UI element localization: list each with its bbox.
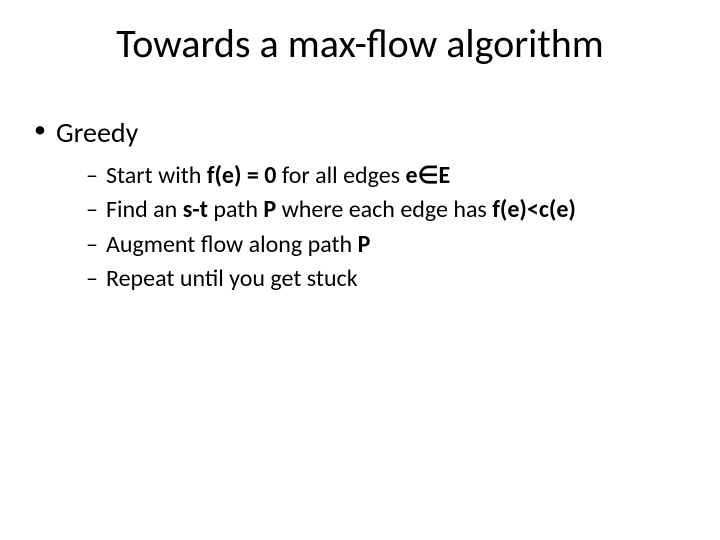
slide: Towards a max-flow algorithm Greedy Star… [0,0,720,540]
sub1-bold3: f(e)<c(e) [492,195,576,224]
sub-bullet-list: Start with f(e) = 0 for all edges e∈E Fi… [56,160,690,296]
sub0-bold: f(e) = 0 [207,161,277,190]
sub0-bold2: e∈E [406,161,451,190]
bullet-greedy: Greedy Start with f(e) = 0 for all edges… [30,114,690,295]
sub1-bold2: P [263,195,276,224]
sub2-pre: Augment flow along path [106,230,358,259]
sub1-mid2: where each edge has [276,195,492,224]
bullet-list: Greedy Start with f(e) = 0 for all edges… [30,114,690,295]
slide-title: Towards a max-flow algorithm [0,20,720,68]
sub0-pre: Start with [106,161,207,190]
sub1-bold: s-t [183,195,208,224]
sub-bullet-0: Start with f(e) = 0 for all edges e∈E [86,160,690,192]
sub-bullet-1: Find an s-t path P where each edge has f… [86,194,690,226]
sub1-pre: Find an [106,195,183,224]
sub3-pre: Repeat until you get stuck [106,264,358,293]
sub2-bold: P [358,230,371,259]
bullet-greedy-label: Greedy [56,115,138,150]
sub1-mid: path [208,195,263,224]
sub-bullet-3: Repeat until you get stuck [86,263,690,295]
sub0-mid: for all edges [276,161,405,190]
slide-body: Greedy Start with f(e) = 0 for all edges… [0,114,720,295]
sub-bullet-2: Augment flow along path P [86,229,690,261]
